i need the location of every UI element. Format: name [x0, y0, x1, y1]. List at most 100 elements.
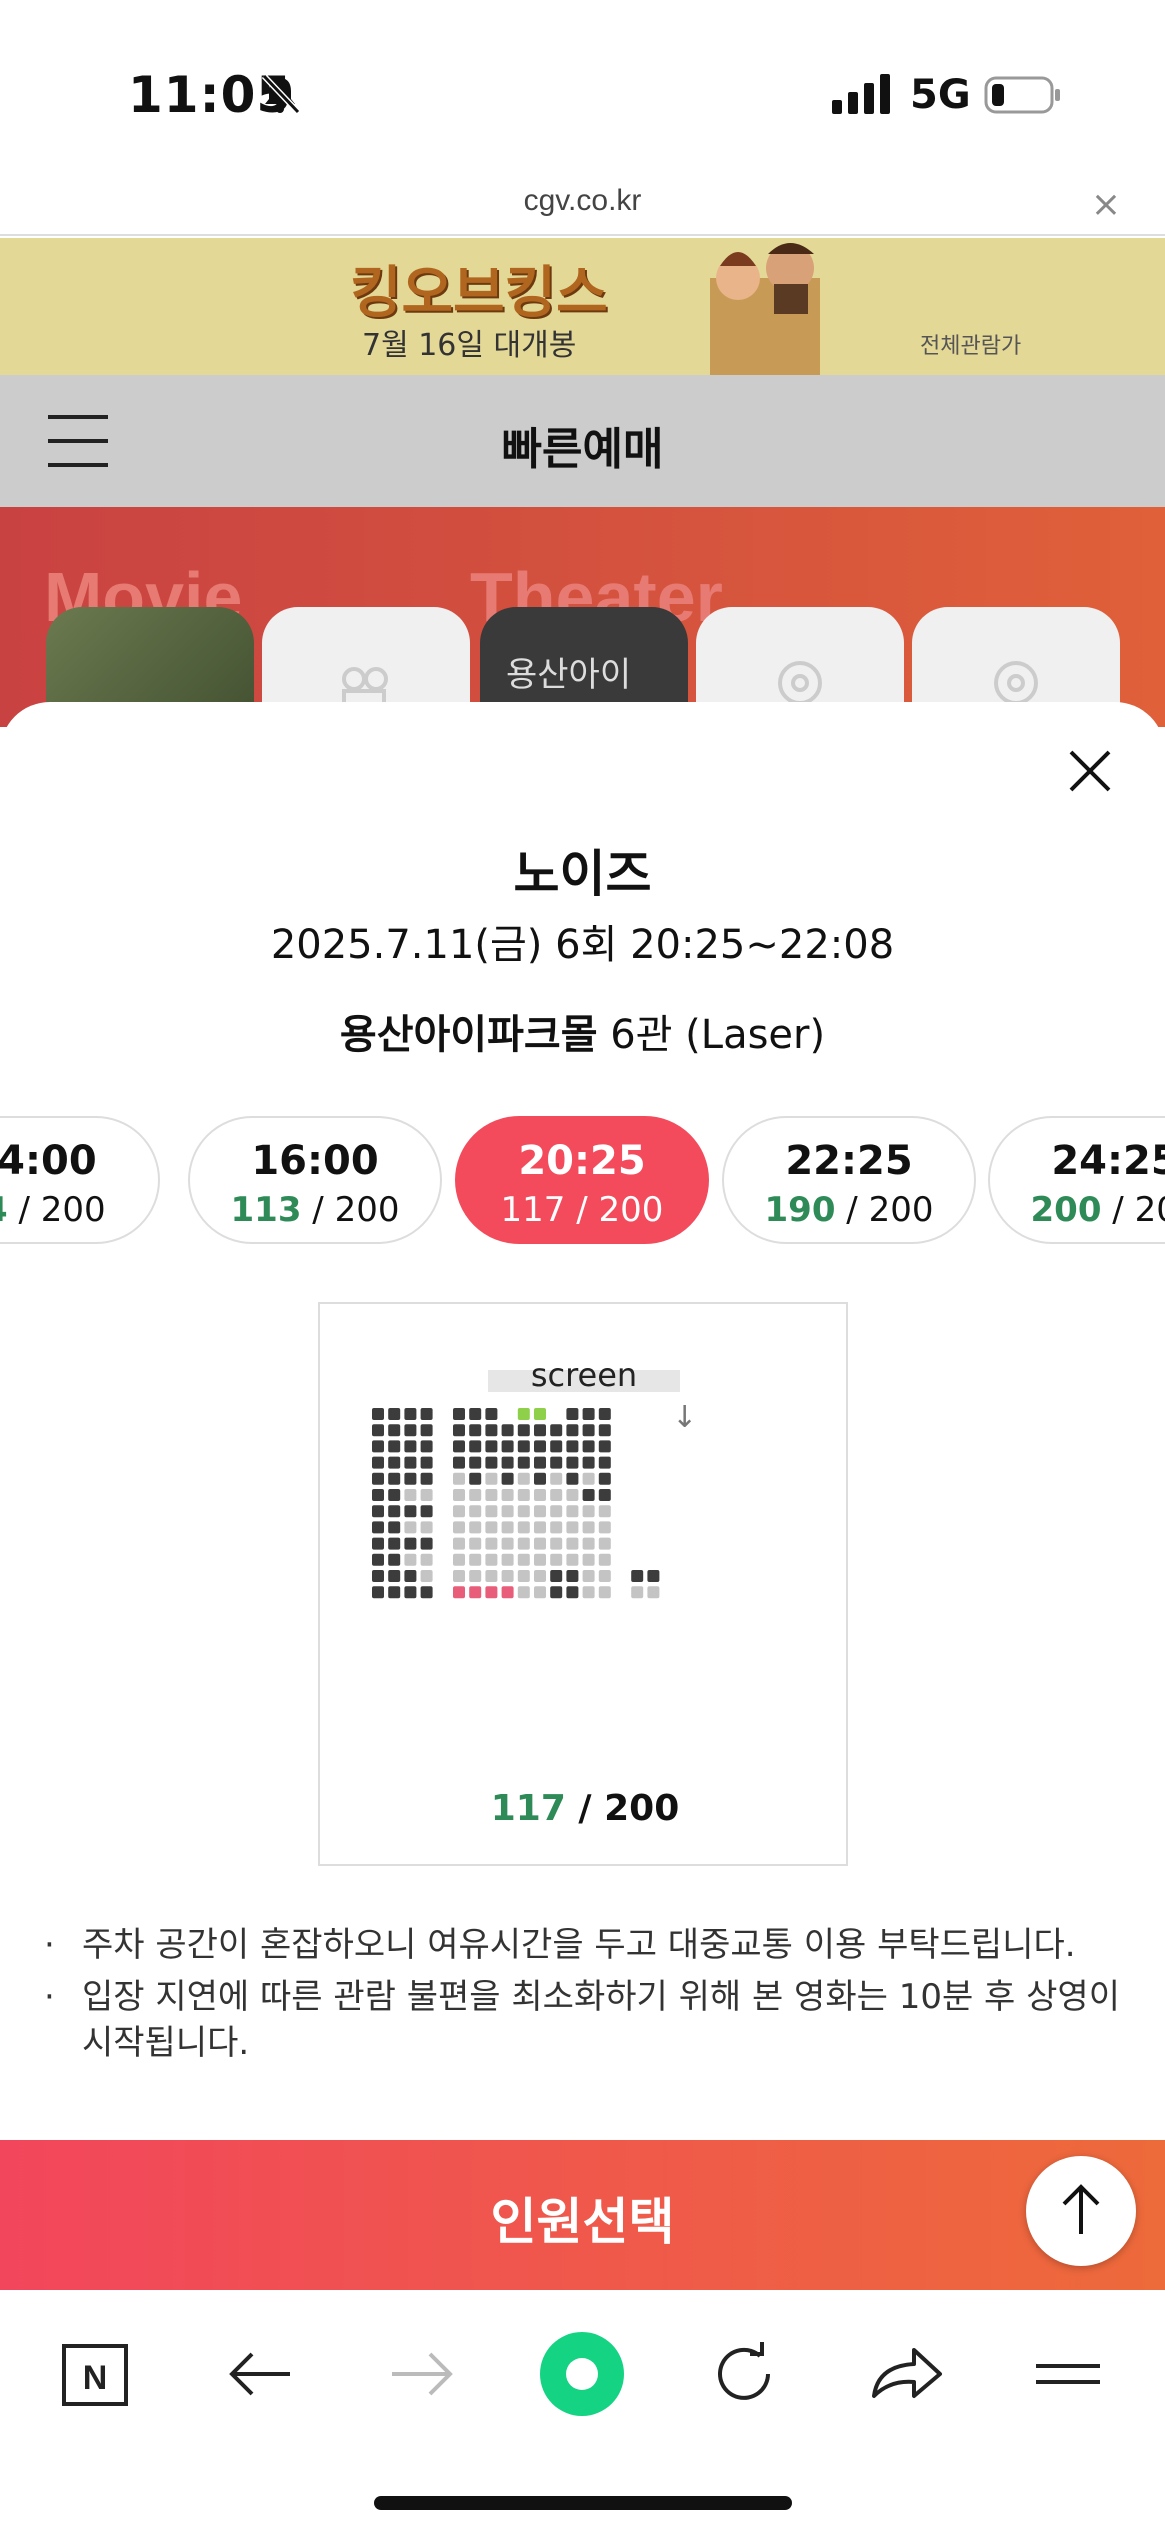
seat — [566, 1553, 579, 1566]
total-seats: 200 — [1134, 1190, 1165, 1230]
seat-count: 113 / 200 — [230, 1190, 400, 1230]
seat — [372, 1489, 384, 1501]
notice-list: 주차 공간이 혼잡하오니 여유시간을 두고 대중교통 이용 부탁드립니다. 입장… — [44, 1922, 1124, 2072]
seat — [517, 1570, 530, 1582]
seat — [420, 1553, 433, 1566]
available-seats: 190 — [764, 1190, 836, 1230]
seat — [453, 1537, 465, 1550]
seat — [598, 1472, 611, 1485]
seat — [550, 1505, 563, 1518]
close-tab-icon[interactable]: × — [1091, 184, 1121, 225]
seat — [453, 1489, 465, 1501]
seat — [453, 1408, 465, 1420]
seat — [453, 1424, 465, 1437]
showtime-option[interactable]: 14:00 64 / 200 — [0, 1116, 160, 1244]
seat — [550, 1489, 563, 1501]
seat — [566, 1408, 579, 1420]
total-seats: 200 — [40, 1190, 106, 1230]
seat — [631, 1570, 644, 1582]
seat — [566, 1489, 579, 1501]
arrow-up-icon — [1062, 2184, 1100, 2234]
seat — [388, 1456, 401, 1469]
seat — [582, 1521, 595, 1534]
seat — [534, 1586, 546, 1599]
seat — [469, 1505, 482, 1518]
naver-home-icon[interactable]: N — [54, 2332, 138, 2416]
banner-characters-image — [710, 243, 820, 375]
seat — [485, 1570, 498, 1582]
seat — [534, 1570, 546, 1582]
seat — [598, 1424, 611, 1437]
seat — [404, 1408, 417, 1420]
showtime-option-selected[interactable]: 20:25 117 / 200 — [455, 1116, 709, 1244]
seat — [647, 1586, 660, 1599]
url-text[interactable]: cgv.co.kr — [0, 184, 1165, 218]
seat — [534, 1472, 546, 1485]
seat-count: 190 / 200 — [764, 1190, 934, 1230]
showtime-sheet: 노이즈 2025.7.11(금) 6회 20:25~22:08 용산아이파크몰 … — [0, 702, 1165, 2142]
share-icon[interactable] — [864, 2332, 948, 2416]
select-people-button[interactable]: 인원선택 — [0, 2140, 1165, 2290]
seat — [582, 1472, 595, 1485]
forward-icon[interactable] — [380, 2332, 464, 2416]
seat — [501, 1553, 514, 1566]
seat — [388, 1553, 401, 1566]
seat — [598, 1489, 611, 1501]
seat — [566, 1586, 579, 1599]
seat — [372, 1570, 384, 1582]
seat — [566, 1505, 579, 1518]
seat — [453, 1521, 465, 1534]
seat — [598, 1537, 611, 1550]
showtime-option[interactable]: 24:25 200 / 200 — [988, 1116, 1165, 1244]
notice-item: 입장 지연에 따른 관람 불편을 최소화하기 위해 본 영화는 10분 후 상영… — [44, 1974, 1124, 2066]
seat-count: 64 / 200 — [0, 1190, 158, 1230]
ad-banner[interactable]: 킹오브킹스 7월 16일 대개봉 전체관람가 — [0, 238, 1165, 375]
menu-icon[interactable] — [1026, 2332, 1110, 2416]
seat — [420, 1456, 433, 1469]
showtime-option[interactable]: 22:25 190 / 200 — [722, 1116, 976, 1244]
banner-subtitle: 7월 16일 대개봉 — [362, 328, 577, 363]
browser-url-bar: cgv.co.kr × — [0, 180, 1165, 236]
seat — [566, 1472, 579, 1485]
seat — [582, 1537, 595, 1550]
showtime-time: 16:00 — [251, 1138, 379, 1184]
hall-name: 6관 (Laser) — [610, 1012, 826, 1058]
refresh-icon[interactable] — [702, 2332, 786, 2416]
seat — [598, 1440, 611, 1453]
back-icon[interactable] — [218, 2332, 302, 2416]
seat — [517, 1537, 530, 1550]
seat — [534, 1408, 546, 1420]
signal-icon — [832, 74, 890, 114]
seat — [598, 1456, 611, 1469]
seat — [469, 1570, 482, 1582]
seat — [631, 1586, 644, 1599]
seat — [388, 1424, 401, 1437]
seat — [420, 1408, 433, 1420]
seat — [485, 1553, 498, 1566]
seat — [420, 1424, 433, 1437]
seat — [534, 1553, 546, 1566]
seat — [469, 1586, 482, 1599]
seat — [388, 1586, 401, 1599]
green-dot-icon[interactable] — [540, 2332, 624, 2416]
seat — [404, 1553, 417, 1566]
seat — [517, 1489, 530, 1501]
seat — [420, 1489, 433, 1501]
seat — [404, 1537, 417, 1550]
seat — [485, 1456, 498, 1469]
seat — [485, 1489, 498, 1501]
network-label: 5G — [910, 72, 971, 118]
seat — [566, 1456, 579, 1469]
seat — [404, 1456, 417, 1469]
seat — [582, 1553, 595, 1566]
seat — [372, 1537, 384, 1550]
close-icon[interactable] — [1067, 748, 1113, 794]
seat — [501, 1505, 514, 1518]
scroll-top-button[interactable] — [1026, 2156, 1136, 2266]
seat — [566, 1424, 579, 1437]
seat — [469, 1521, 482, 1534]
theater-name: 용산아이파크몰 — [339, 1012, 598, 1058]
showtime-option[interactable]: 16:00 113 / 200 — [188, 1116, 442, 1244]
banner-rating: 전체관람가 — [920, 334, 1022, 359]
showtime-list: 14:00 64 / 200 16:00 113 / 200 20:25 117… — [0, 1116, 1165, 1246]
